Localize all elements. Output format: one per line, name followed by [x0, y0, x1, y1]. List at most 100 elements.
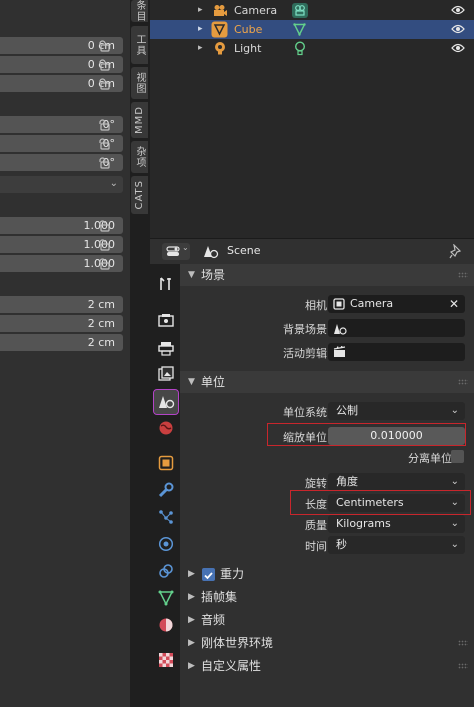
lock-icon[interactable] [97, 138, 111, 150]
lock-icon[interactable] [97, 78, 111, 90]
time-units-label: 时间 [305, 540, 327, 553]
expand-arrow-icon[interactable]: ▸ [198, 20, 203, 39]
camera-value: Camera [350, 297, 394, 310]
tab-object[interactable] [154, 451, 178, 475]
tab-particles[interactable] [154, 505, 178, 529]
background-scene-label: 背景场景 [283, 323, 327, 336]
light-data-icon[interactable] [294, 41, 306, 56]
dimension-x-field[interactable]: 2 cm [0, 296, 123, 313]
tab-modifiers[interactable] [154, 478, 178, 502]
eye-icon[interactable] [451, 42, 465, 54]
drag-handle-icon[interactable] [458, 663, 468, 669]
eye-icon[interactable] [451, 23, 465, 35]
chevron-down-icon: ⌄ [450, 518, 459, 529]
panel-title: 自定义属性 [201, 659, 262, 673]
drag-handle-icon[interactable] [458, 640, 468, 646]
tab-render[interactable] [154, 308, 178, 332]
tab-world[interactable] [154, 416, 178, 440]
keying-sets-panel-header[interactable]: ▶ 插帧集 [180, 586, 474, 608]
mass-units-label: 质量 [305, 519, 327, 532]
expand-arrow-icon[interactable]: ▸ [198, 39, 203, 58]
dimension-z-field[interactable]: 2 cm [0, 334, 123, 351]
camera-data-icon[interactable] [291, 2, 309, 19]
mesh-data-icon[interactable] [293, 23, 306, 36]
modifier-icon [158, 482, 174, 498]
tab-misc[interactable]: 杂项 [131, 141, 148, 173]
separate-units-checkbox[interactable] [451, 450, 464, 463]
unit-system-dropdown[interactable]: 公制 ⌄ [328, 402, 465, 420]
panel-title: 重力 [220, 567, 245, 581]
view-layer-icon [158, 365, 174, 381]
mass-units-dropdown[interactable]: Kilograms ⌄ [328, 515, 465, 533]
tab-output[interactable] [154, 336, 178, 360]
clip-icon [333, 346, 346, 357]
tab-tool-settings[interactable] [154, 272, 178, 296]
rigid-body-world-panel-header[interactable]: ▶ 刚体世界环境 [180, 632, 474, 654]
rotation-mode-dropdown[interactable]: ⌄ [0, 176, 123, 193]
outliner-label[interactable]: Light [234, 39, 261, 58]
tab-view[interactable]: 视图 [131, 67, 148, 99]
particles-icon [159, 510, 173, 524]
tab-cats[interactable]: CATS [131, 176, 148, 214]
units-panel-header[interactable]: ▼ 单位 [180, 371, 474, 393]
object-data-icon [158, 590, 174, 606]
active-clip-field[interactable] [328, 343, 465, 361]
object-icon [333, 298, 345, 310]
audio-panel-header[interactable]: ▶ 音频 [180, 609, 474, 631]
tool-icon [160, 277, 171, 290]
outliner-label[interactable]: Camera [234, 1, 277, 20]
material-icon [159, 618, 173, 632]
drag-handle-icon[interactable] [458, 379, 468, 385]
tab-texture[interactable] [154, 648, 178, 672]
tab-label: MMD [134, 106, 145, 134]
tab-view-layer[interactable] [154, 361, 178, 385]
tab-label: 视图 [134, 72, 145, 94]
outliner: ▸ Camera ▸ Cube ▸ Light [150, 0, 474, 238]
expand-arrow-icon: ▶ [188, 592, 195, 602]
camera-field[interactable]: Camera ✕ [328, 295, 465, 313]
tab-physics[interactable] [154, 532, 178, 556]
physics-icon [158, 536, 174, 552]
tab-mmd[interactable]: MMD [131, 102, 148, 138]
tab-scene[interactable] [153, 389, 179, 415]
checkmark-icon [204, 572, 213, 580]
lock-icon[interactable] [97, 239, 111, 251]
clear-icon[interactable]: ✕ [449, 295, 459, 313]
tab-object-data[interactable] [154, 586, 178, 610]
tab-item[interactable]: 条目 [131, 0, 148, 22]
tab-label: CATS [134, 180, 145, 210]
background-scene-field[interactable] [328, 319, 465, 337]
lock-icon[interactable] [97, 59, 111, 71]
tab-constraints[interactable] [154, 559, 178, 583]
outliner-row-camera[interactable]: ▸ Camera [150, 1, 474, 20]
dimension-y-field[interactable]: 2 cm [0, 315, 123, 332]
unit-system-label: 单位系统 [283, 406, 327, 419]
lock-icon[interactable] [97, 40, 111, 52]
time-units-dropdown[interactable]: 秒 ⌄ [328, 536, 465, 554]
rotation-units-value: 角度 [336, 475, 358, 488]
expand-arrow-icon[interactable]: ▸ [198, 1, 203, 20]
chevron-down-icon: ⌄ [182, 243, 189, 252]
camera-icon [214, 5, 227, 16]
render-icon [158, 313, 174, 327]
outliner-label[interactable]: Cube [234, 20, 262, 39]
lock-icon[interactable] [97, 119, 111, 131]
rotation-units-dropdown[interactable]: 角度 ⌄ [328, 473, 465, 491]
lock-icon[interactable] [97, 258, 111, 270]
scene-icon [204, 246, 219, 259]
outliner-row-light[interactable]: ▸ Light [150, 39, 474, 58]
gravity-checkbox[interactable] [202, 568, 215, 581]
gravity-panel-header[interactable]: ▶ 重力 [180, 563, 474, 585]
custom-properties-panel-header[interactable]: ▶ 自定义属性 [180, 655, 474, 677]
eye-icon[interactable] [451, 4, 465, 16]
editor-type-selector[interactable]: ⌄ [162, 243, 190, 260]
lock-icon[interactable] [97, 220, 111, 232]
world-icon [159, 421, 173, 435]
scene-panel-header[interactable]: ▼ 场景 [180, 264, 474, 286]
lock-icon[interactable] [97, 157, 111, 169]
tab-tool[interactable]: 工具 [131, 26, 148, 64]
pin-icon[interactable] [449, 244, 463, 259]
drag-handle-icon[interactable] [458, 272, 468, 278]
tab-material[interactable] [154, 613, 178, 637]
outliner-row-cube[interactable]: ▸ Cube [150, 20, 474, 39]
